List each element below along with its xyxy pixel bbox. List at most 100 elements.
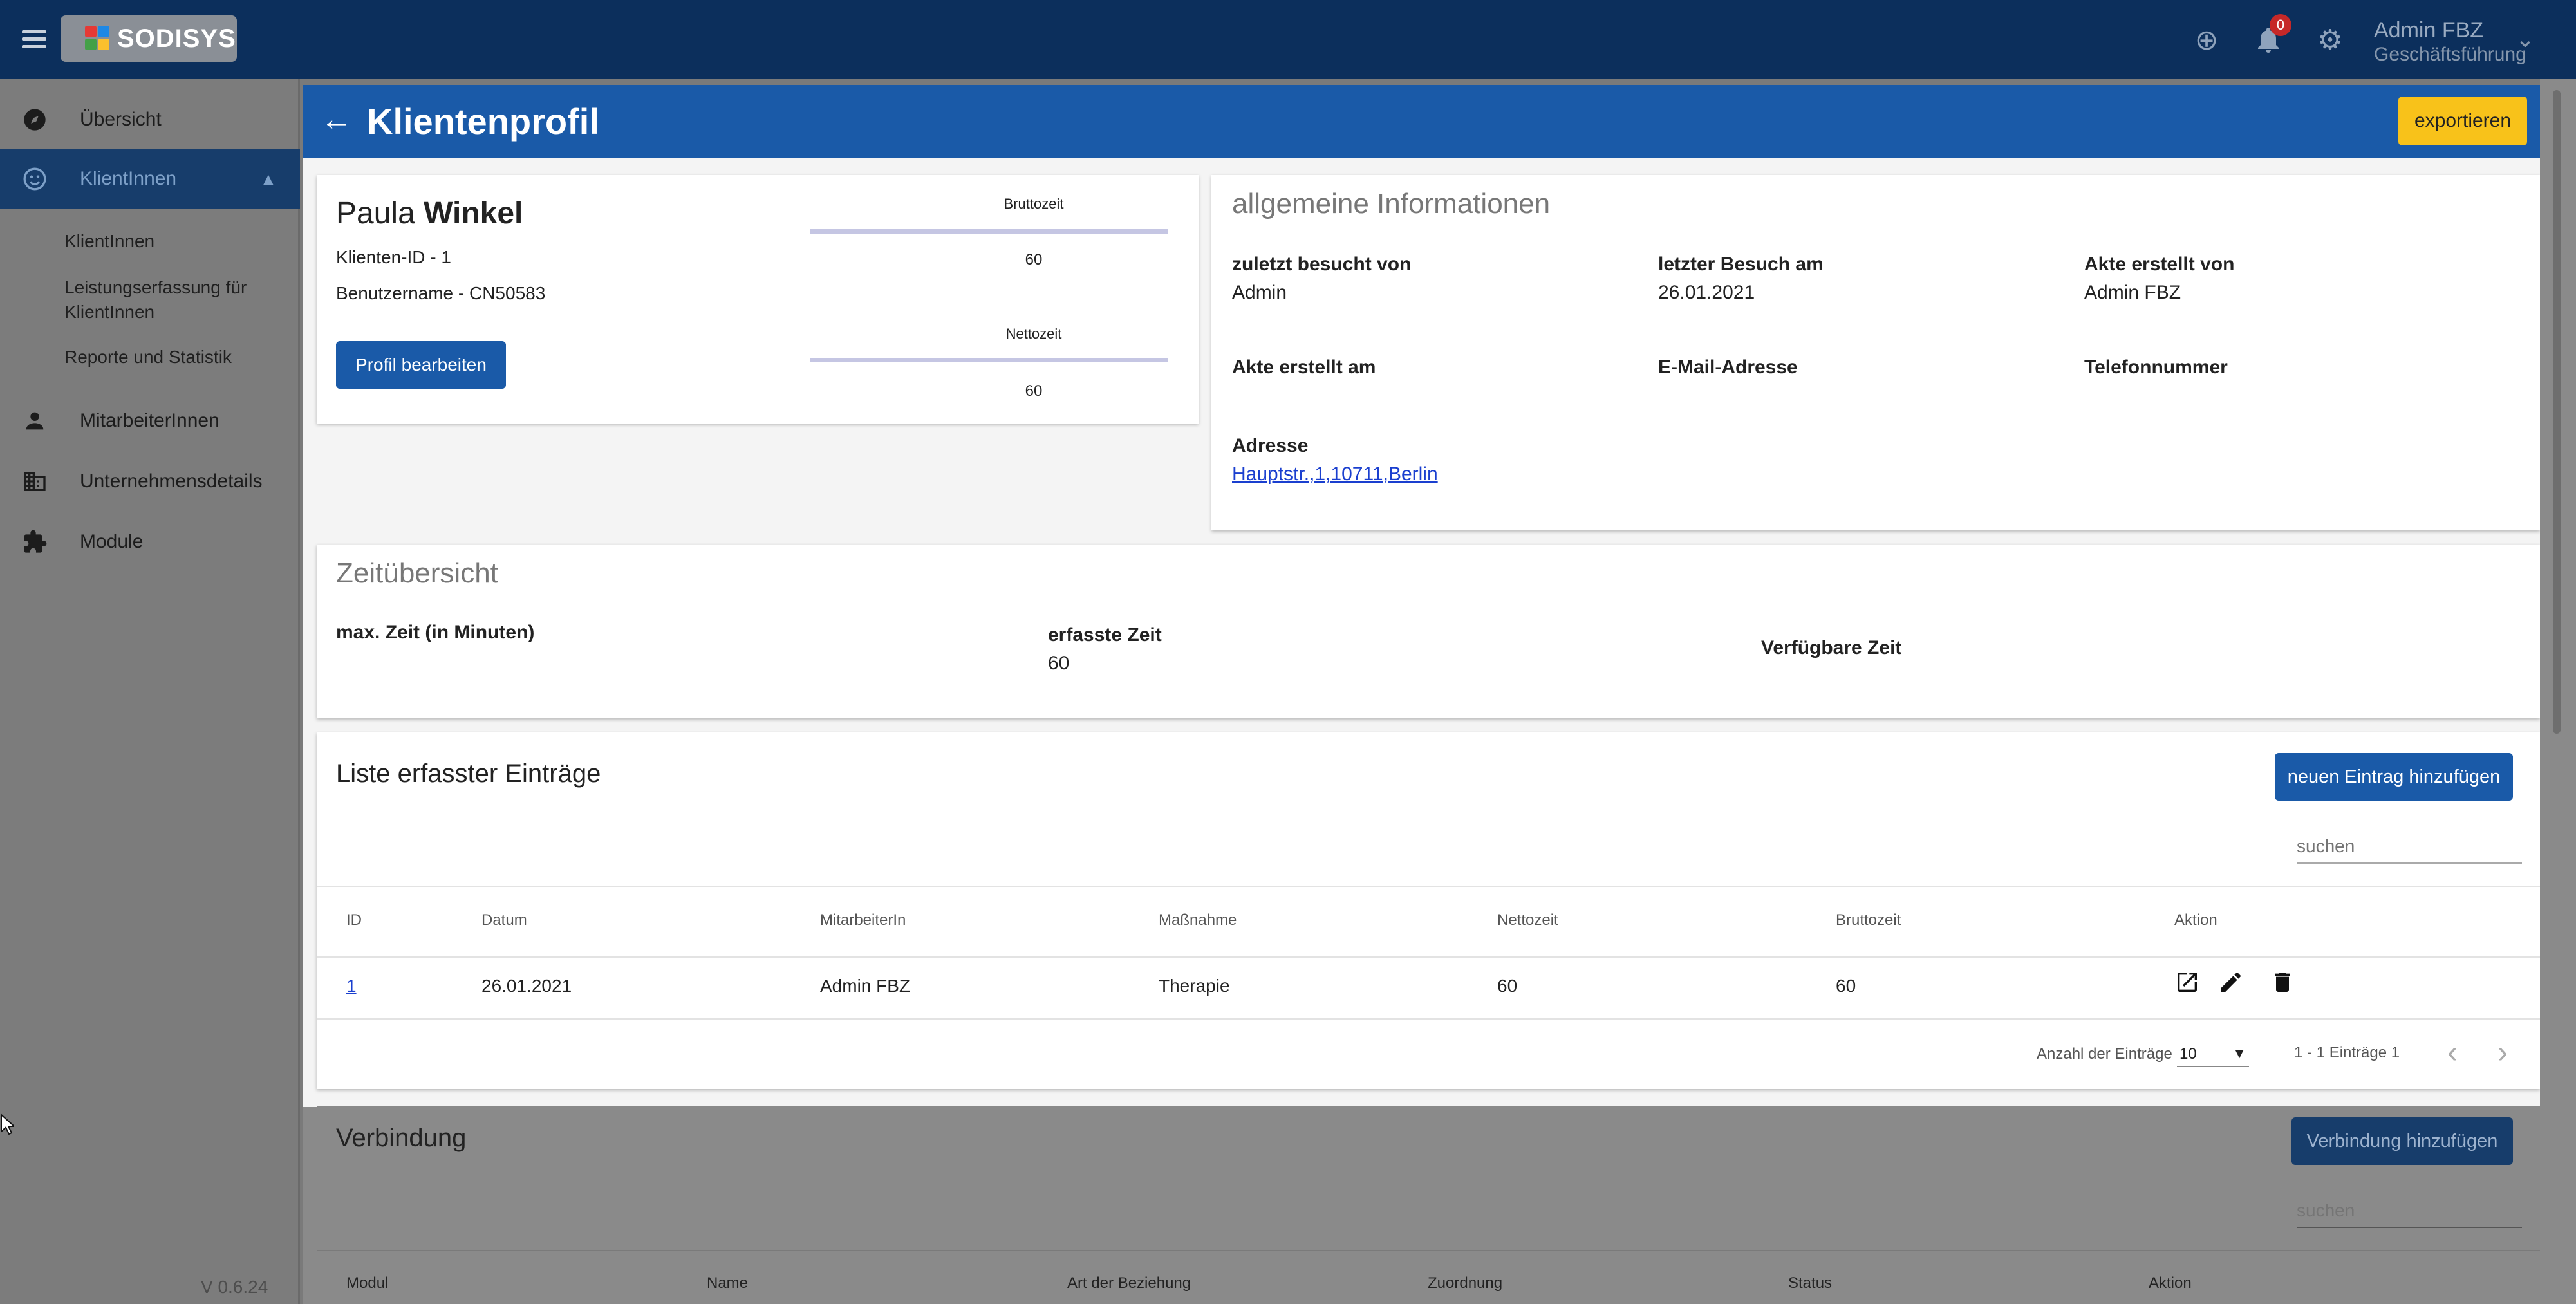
client-last-name: Winkel <box>424 196 523 230</box>
sidebar-item-unternehmensdetails[interactable]: Unternehmensdetails <box>0 452 300 511</box>
notification-badge: 0 <box>2270 14 2291 36</box>
col-header-nettozeit[interactable]: Nettozeit <box>1497 911 1558 929</box>
col-header-name[interactable]: Name <box>707 1274 748 1292</box>
max-time-label: max. Zeit (in Minuten) <box>336 622 535 643</box>
logo-text: SODISYS <box>117 24 236 53</box>
scrollbar-thumb[interactable] <box>2553 90 2561 734</box>
sidebar-item-label: KlientInnen <box>80 168 177 189</box>
chevron-left-icon[interactable]: ‹ <box>2447 1035 2458 1070</box>
divider <box>317 1250 2540 1251</box>
entries-card: Liste erfasster Einträge neuen Eintrag h… <box>317 732 2540 1089</box>
sidebar-item-uebersicht[interactable]: Übersicht <box>0 90 300 149</box>
sidebar-item-label: MitarbeiterInnen <box>80 410 219 431</box>
sidebar-subitem-leistungserfassung[interactable]: Leistungserfassung für KlientInnen <box>64 275 277 324</box>
sidebar-item-mitarbeiterinnen[interactable]: MitarbeiterInnen <box>0 391 300 451</box>
connections-search-input[interactable] <box>2297 1195 2522 1228</box>
gear-icon[interactable]: ⚙ <box>2312 22 2348 58</box>
bell-icon[interactable]: 0 <box>2250 14 2291 58</box>
divider <box>317 886 2540 887</box>
netto-bar <box>810 358 1168 362</box>
open-external-icon[interactable] <box>2174 969 2200 1001</box>
col-header-bruttozeit[interactable]: Bruttozeit <box>1836 911 1901 929</box>
last-visit-date-label: letzter Besuch am <box>1658 254 1824 275</box>
last-visited-by-label: zuletzt besucht von <box>1232 254 1412 275</box>
back-arrow-icon[interactable]: ← <box>321 100 353 138</box>
divider <box>317 956 2540 958</box>
logo-cube-icon <box>85 26 111 51</box>
divider <box>317 1018 2540 1020</box>
recorded-time-value: 60 <box>1048 653 1070 674</box>
connections-card: Verbindung Verbindung hinzufügen Modul N… <box>317 1106 2540 1304</box>
col-header-datum[interactable]: Datum <box>481 911 527 929</box>
edit-pencil-icon[interactable] <box>2218 969 2244 1001</box>
sidebar-subitem-reporte[interactable]: Reporte und Statistik <box>64 345 232 369</box>
file-created-date-label: Akte erstellt am <box>1232 357 1376 378</box>
user-name[interactable]: Admin FBZ <box>2374 18 2483 43</box>
client-first-name: Paula <box>336 196 415 230</box>
time-overview-card: Zeitübersicht max. Zeit (in Minuten) erf… <box>317 545 2540 718</box>
info-title: allgemeine Informationen <box>1232 188 1551 219</box>
caret-up-icon: ▲ <box>260 169 277 189</box>
chevron-right-icon[interactable]: › <box>2497 1035 2508 1070</box>
email-label: E-Mail-Adresse <box>1658 357 1798 378</box>
col-header-aktion: Aktion <box>2149 1274 2192 1292</box>
smiley-icon <box>19 163 50 194</box>
col-header-modul[interactable]: Modul <box>346 1274 388 1292</box>
sidebar: Übersicht KlientInnen ▲ KlientInnen Leis… <box>0 79 300 1304</box>
person-icon <box>19 405 50 436</box>
address-link[interactable]: Hauptstr.,1,10711,Berlin <box>1232 463 1438 485</box>
add-entry-button[interactable]: neuen Eintrag hinzufügen <box>2275 753 2513 801</box>
available-time-label: Verfügbare Zeit <box>1761 637 1902 658</box>
sidebar-item-klientinnen[interactable]: KlientInnen ▲ <box>0 149 300 209</box>
puzzle-icon <box>19 526 50 557</box>
page-size-select[interactable]: 10 ▼ <box>2177 1038 2249 1067</box>
col-header-status[interactable]: Status <box>1788 1274 1832 1292</box>
address-label: Adresse <box>1232 435 1309 456</box>
sidebar-item-label: Module <box>80 531 144 552</box>
sidebar-item-module[interactable]: Module <box>0 512 300 572</box>
entry-staff: Admin FBZ <box>820 976 911 996</box>
brutto-label: Bruttozeit <box>1003 196 1064 212</box>
page-size-value: 10 <box>2179 1045 2197 1063</box>
col-header-aktion: Aktion <box>2174 911 2217 929</box>
entries-title: Liste erfasster Einträge <box>336 759 601 788</box>
caret-down-icon: ▼ <box>2232 1045 2246 1061</box>
page-header: ← Klientenprofil exportieren <box>303 85 2540 158</box>
netto-label: Nettozeit <box>1005 326 1062 342</box>
profile-card: Paula Winkel Klienten-ID - 1 Benutzernam… <box>317 175 1199 424</box>
col-header-id[interactable]: ID <box>346 911 362 929</box>
entry-date: 26.01.2021 <box>481 976 572 996</box>
app-logo[interactable]: SODISYS <box>61 15 237 62</box>
col-header-art-der-beziehung[interactable]: Art der Beziehung <box>1067 1274 1191 1292</box>
file-created-by-value: Admin FBZ <box>2084 282 2181 303</box>
file-created-by-label: Akte erstellt von <box>2084 254 2235 275</box>
menu-icon[interactable] <box>19 24 49 54</box>
trash-icon[interactable] <box>2270 969 2295 1001</box>
time-title: Zeitübersicht <box>336 557 498 589</box>
top-bar: SODISYS ⊕ 0 ⚙ Admin FBZ Geschäftsführung… <box>0 0 2576 79</box>
add-circle-icon[interactable]: ⊕ <box>2189 22 2225 58</box>
entry-brutto: 60 <box>1836 976 1856 996</box>
client-name: Paula Winkel <box>336 196 523 231</box>
col-header-mitarbeiterin[interactable]: MitarbeiterIn <box>820 911 906 929</box>
sidebar-item-label: Übersicht <box>80 109 162 130</box>
netto-value: 60 <box>1025 382 1043 400</box>
add-connection-button[interactable]: Verbindung hinzufügen <box>2291 1117 2513 1165</box>
brutto-bar <box>810 229 1168 234</box>
sidebar-item-label: Unternehmensdetails <box>80 470 263 492</box>
edit-profile-button[interactable]: Profil bearbeiten <box>336 341 506 389</box>
pagination-range: 1 - 1 Einträge 1 <box>2294 1044 2400 1061</box>
entries-search-input[interactable] <box>2297 830 2522 864</box>
sidebar-subitem-klientinnen[interactable]: KlientInnen <box>64 229 154 254</box>
building-icon <box>19 466 50 497</box>
entry-id-link[interactable]: 1 <box>346 976 357 996</box>
export-button[interactable]: exportieren <box>2398 97 2527 145</box>
chevron-down-icon[interactable]: ⌄ <box>2515 26 2535 53</box>
page-size-label: Anzahl der Einträge <box>2037 1045 2172 1063</box>
col-header-zuordnung[interactable]: Zuordnung <box>1428 1274 1502 1292</box>
col-header-massnahme[interactable]: Maßnahme <box>1159 911 1237 929</box>
client-username: Benutzername - CN50583 <box>336 283 546 303</box>
page-title: Klientenprofil <box>367 101 599 142</box>
info-card: allgemeine Informationen zuletzt besucht… <box>1211 175 2540 530</box>
connections-title: Verbindung <box>336 1124 467 1152</box>
